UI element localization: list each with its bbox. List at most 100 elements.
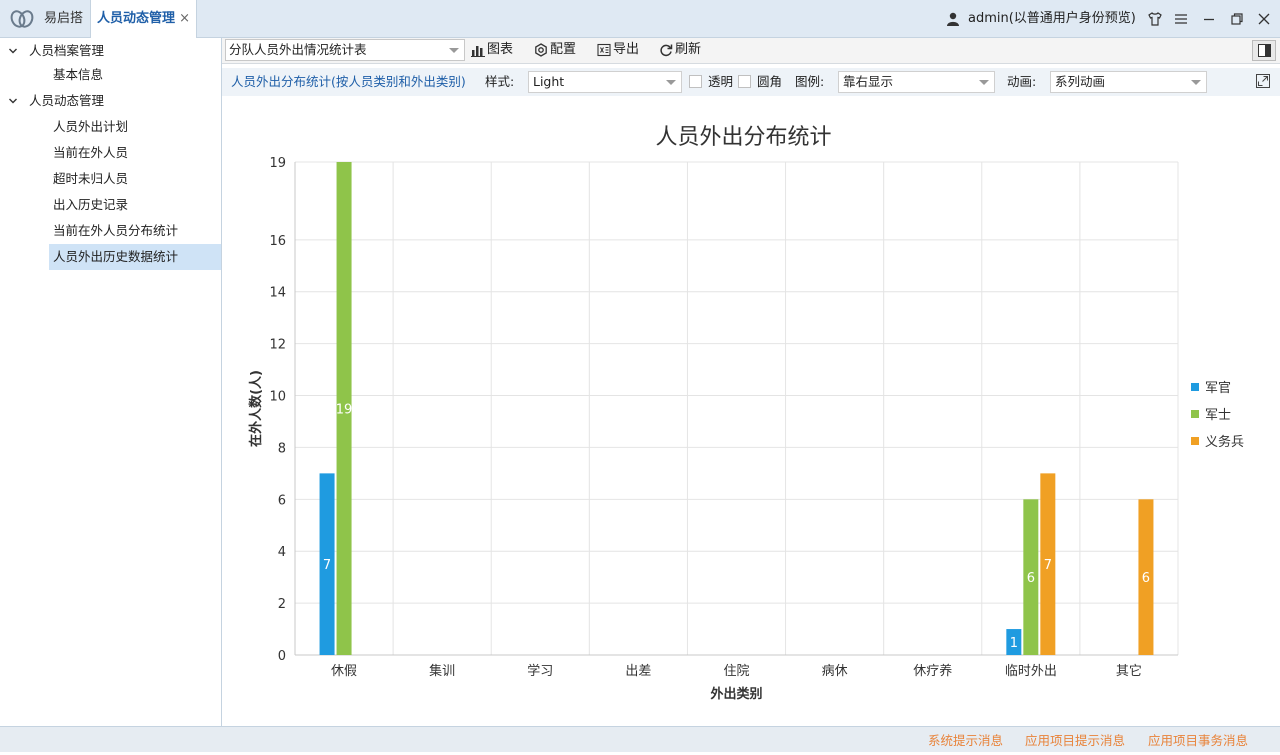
legend-label: 军官 [1205, 380, 1231, 396]
tab-close-icon[interactable]: × [179, 0, 190, 38]
style-label: 样式: [485, 74, 515, 89]
legend-label: 军士 [1205, 408, 1231, 423]
refresh-icon [660, 44, 673, 57]
sidebar-item-history-stats[interactable]: 人员外出历史数据统计 [49, 244, 221, 270]
report-select[interactable]: 分队人员外出情况统计表 [225, 39, 465, 61]
legend-label: 图例: [795, 74, 825, 89]
x-tick-label: 集训 [429, 663, 455, 679]
y-tick-label: 19 [269, 156, 286, 171]
transparent-checkbox[interactable] [689, 75, 702, 88]
bar-value-label: 7 [323, 558, 331, 573]
x-tick-label: 住院 [723, 664, 749, 679]
tree-group-label: 人员动态管理 [29, 93, 105, 108]
report-select-value: 分队人员外出情况统计表 [229, 42, 367, 57]
y-tick-label: 16 [269, 234, 286, 249]
tree-group-personnel-archives[interactable]: 人员档案管理 [0, 38, 221, 64]
sidebar-item-current-distribution[interactable]: 当前在外人员分布统计 [49, 218, 221, 244]
gear-icon [535, 43, 547, 57]
chart-title: 人员外出分布统计 [655, 125, 831, 150]
config-button-label: 配置 [550, 42, 577, 57]
minimize-icon[interactable] [1201, 11, 1217, 27]
legend-select[interactable]: 靠右显示 [838, 71, 995, 93]
panel-toggle-button[interactable] [1252, 40, 1276, 61]
x-tick-label: 临时外出 [1005, 664, 1057, 679]
sidebar-item-label: 人员外出计划 [53, 119, 129, 134]
report-toolbar: 分队人员外出情况统计表 图表 配置 导出 刷新 [222, 38, 1280, 64]
title-bar: 易启搭 人员动态管理 × admin(以普通用户身份预览) [0, 0, 1280, 39]
y-axis-title: 在外人数(人) [248, 370, 264, 447]
export-excel-icon [597, 43, 611, 57]
tab-home-label: 易启搭 [44, 11, 84, 26]
sidebar-item-currently-out[interactable]: 当前在外人员 [49, 140, 221, 166]
close-window-icon[interactable] [1256, 11, 1272, 27]
bar-value-label: 19 [336, 403, 353, 418]
x-tick-label: 学习 [527, 663, 553, 679]
chart-button-label: 图表 [487, 42, 514, 57]
restore-icon[interactable] [1229, 11, 1245, 27]
chart-options-bar: 人员外出分布统计(按人员类别和外出类别) 样式: Light 透明 圆角 图例:… [222, 68, 1280, 96]
chevron-down-icon[interactable] [8, 96, 18, 106]
y-tick-label: 4 [278, 545, 286, 560]
user-icon [947, 12, 959, 26]
menu-icon[interactable] [1173, 11, 1189, 27]
export-button-label: 导出 [613, 42, 640, 57]
export-button[interactable]: 导出 [597, 38, 643, 62]
legend-label: 义务兵 [1205, 434, 1244, 450]
sidebar-item-label: 出入历史记录 [53, 197, 129, 212]
x-tick-label: 休假 [331, 664, 357, 679]
y-tick-label: 14 [269, 286, 286, 301]
legend-swatch [1191, 437, 1199, 445]
tab-personnel-dynamics[interactable]: 人员动态管理 × [90, 0, 197, 39]
refresh-button-label: 刷新 [675, 42, 702, 57]
chart-container: 人员外出分布统计 0 2 4 6 8 10 12 14 16 19 7 19 休假 集训 学习 出差 住院 病休 休疗… [222, 96, 1280, 726]
expand-icon[interactable] [1256, 74, 1270, 88]
animation-label: 动画: [1007, 74, 1037, 89]
bar-value-label: 1 [1010, 636, 1018, 651]
sidebar-item-label: 基本信息 [53, 67, 104, 82]
status-bar: 系统提示消息 应用项目提示消息 应用项目事务消息 [0, 726, 1280, 752]
sidebar-item-entry-history[interactable]: 出入历史记录 [49, 192, 221, 218]
rounded-checkbox[interactable] [738, 75, 751, 88]
x-tick-label: 其它 [1116, 663, 1142, 679]
app-task-message-link[interactable]: 应用项目事务消息 [1148, 727, 1248, 755]
x-tick-label: 休疗养 [913, 663, 952, 679]
sidebar-item-basic-info[interactable]: 基本信息 [49, 62, 221, 88]
side-panel-icon [1258, 44, 1271, 57]
bar-value-label: 6 [1142, 571, 1150, 586]
sidebar-item-label: 人员外出历史数据统计 [53, 249, 179, 264]
bar-value-label: 7 [1044, 558, 1052, 573]
bar-chart-icon [471, 46, 485, 57]
y-tick-label: 2 [278, 597, 286, 612]
chart-button[interactable]: 图表 [471, 38, 517, 62]
refresh-button[interactable]: 刷新 [659, 38, 705, 62]
style-select[interactable]: Light [528, 71, 682, 93]
chevron-down-icon [1191, 80, 1201, 85]
animation-select[interactable]: 系列动画 [1050, 71, 1207, 93]
animation-select-value: 系列动画 [1055, 74, 1106, 89]
chevron-down-icon [449, 48, 459, 53]
tree-group-label: 人员档案管理 [29, 43, 105, 58]
tree-group-personnel-dynamics[interactable]: 人员动态管理 [0, 88, 221, 114]
x-tick-label: 病休 [822, 664, 848, 679]
legend-select-value: 靠右显示 [843, 74, 894, 89]
transparent-label: 透明 [708, 74, 734, 89]
y-tick-label: 10 [269, 390, 286, 405]
style-select-value: Light [533, 74, 565, 89]
legend-swatch [1191, 383, 1199, 391]
config-button[interactable]: 配置 [534, 38, 580, 62]
app-logo-icon [10, 10, 34, 28]
chevron-down-icon [979, 80, 989, 85]
sidebar-item-label: 当前在外人员分布统计 [53, 223, 179, 238]
sidebar-item-label: 超时未归人员 [53, 171, 129, 186]
sidebar-item-outing-plan[interactable]: 人员外出计划 [49, 114, 221, 140]
legend-swatch [1191, 410, 1199, 418]
app-message-link[interactable]: 应用项目提示消息 [1025, 727, 1125, 755]
sidebar-item-label: 当前在外人员 [53, 145, 129, 160]
theme-shirt-icon[interactable] [1147, 11, 1163, 27]
tab-home[interactable]: 易启搭 [38, 0, 89, 38]
sidebar-item-overdue[interactable]: 超时未归人员 [49, 166, 221, 192]
x-tick-label: 出差 [625, 664, 651, 679]
chevron-down-icon[interactable] [8, 46, 18, 56]
system-message-link[interactable]: 系统提示消息 [928, 727, 1003, 755]
user-name: admin(以普通用户身份预览) [968, 11, 1136, 26]
